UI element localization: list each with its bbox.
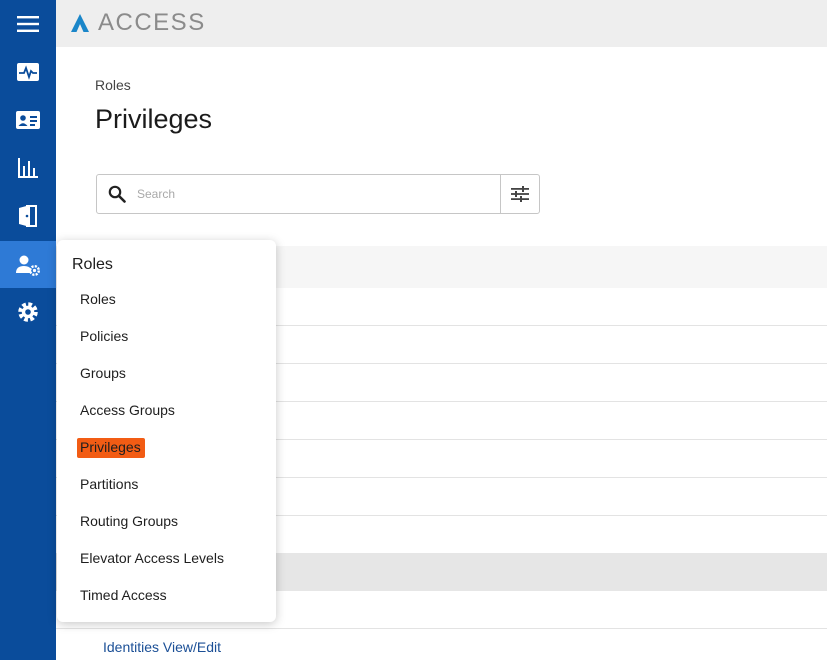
menu-item-label: Roles	[80, 291, 116, 307]
roles-flyout-menu: Roles Roles Policies Groups Access Group…	[57, 240, 276, 622]
top-bar: ACCESS	[56, 0, 827, 47]
menu-item-elevator-access-levels[interactable]: Elevator Access Levels	[80, 550, 224, 566]
menu-item-routing-groups[interactable]: Routing Groups	[80, 513, 178, 529]
access-logo-icon	[71, 14, 89, 32]
gear-icon	[18, 301, 38, 322]
search-icon	[108, 185, 126, 203]
menu-item-label: Policies	[80, 328, 129, 344]
nav-roles[interactable]	[0, 241, 56, 288]
menu-item-privileges[interactable]: Privileges	[77, 438, 145, 458]
breadcrumb[interactable]: Roles	[95, 77, 131, 93]
search-bar	[96, 174, 540, 214]
menu-item-timed-access[interactable]: Timed Access	[80, 587, 167, 603]
brand-name: ACCESS	[98, 9, 206, 36]
nav-identities[interactable]	[0, 96, 56, 143]
menu-item-label: Timed Access	[80, 587, 167, 603]
brand-logo: ACCESS	[70, 9, 206, 37]
activity-monitor-icon	[17, 62, 39, 81]
menu-item-label: Access Groups	[80, 402, 175, 418]
menu-item-access-groups[interactable]: Access Groups	[80, 402, 175, 418]
nav-reports[interactable]	[0, 144, 56, 191]
user-gear-icon	[16, 255, 40, 276]
bar-chart-icon	[18, 157, 38, 178]
nav-access[interactable]	[0, 192, 56, 239]
nav-monitoring[interactable]	[0, 48, 56, 95]
search-input[interactable]	[137, 176, 500, 212]
search-icon-wrapper	[97, 175, 137, 213]
tune-icon	[511, 186, 529, 202]
menu-icon	[17, 15, 39, 32]
menu-item-policies[interactable]: Policies	[80, 328, 128, 344]
door-icon	[19, 204, 37, 227]
side-nav-rail	[0, 0, 56, 660]
menu-item-label: Elevator Access Levels	[80, 550, 224, 566]
menu-item-roles[interactable]: Roles	[80, 291, 116, 307]
menu-item-label: Partitions	[80, 476, 139, 492]
menu-item-label: Privileges	[77, 438, 145, 458]
menu-item-label: Groups	[80, 365, 126, 381]
flyout-title: Roles	[72, 256, 113, 273]
id-card-icon	[16, 110, 40, 129]
table-row	[56, 628, 827, 629]
menu-item-partitions[interactable]: Partitions	[80, 476, 138, 492]
identities-view-edit-link[interactable]: Identities View/Edit	[103, 639, 221, 655]
hamburger-menu-button[interactable]	[0, 0, 56, 47]
page-title: Privileges	[95, 104, 213, 134]
filter-button[interactable]	[500, 175, 539, 213]
menu-item-label: Routing Groups	[80, 513, 179, 529]
nav-settings[interactable]	[0, 288, 56, 335]
menu-item-groups[interactable]: Groups	[80, 365, 126, 381]
